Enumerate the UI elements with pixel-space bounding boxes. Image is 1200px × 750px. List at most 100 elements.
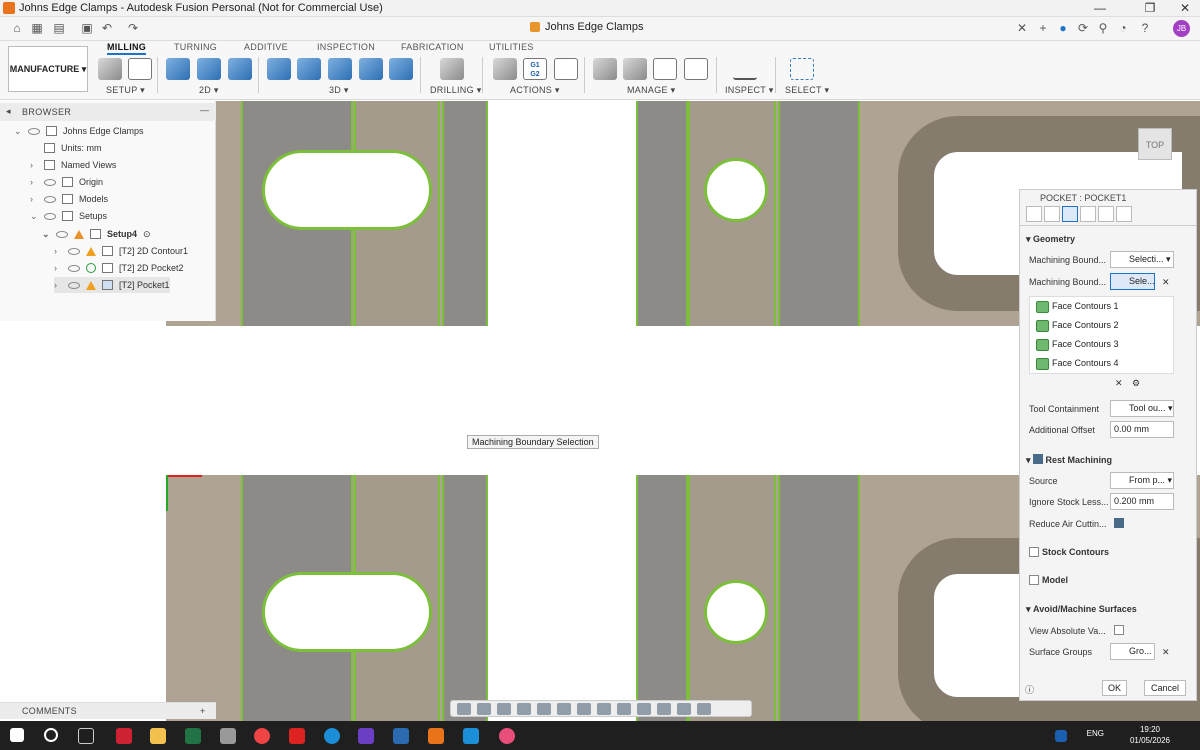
tool-containment-dropdown[interactable]: Tool ou... ▾ [1110,400,1174,417]
viewports-icon[interactable] [597,703,611,715]
group-2d[interactable]: 2D ▾ [199,85,219,96]
media-icon[interactable] [358,728,374,744]
list-item[interactable]: Face Contours 4 [1030,354,1173,373]
maximize-button[interactable]: ❐ [1130,0,1170,17]
orbit-icon[interactable] [457,703,471,715]
help-icon[interactable]: ? [1138,21,1152,35]
tab-additive[interactable]: ADDITIVE [244,42,288,52]
additional-offset-input[interactable]: 0.00 mm [1110,421,1174,438]
edge-icon[interactable] [324,728,340,744]
machine-library-icon[interactable] [623,58,647,80]
undo-icon[interactable]: ↶ [100,21,114,35]
home-icon[interactable]: ⌂ [10,21,24,35]
workspace-switcher[interactable]: MANUFACTURE ▾ [8,46,88,92]
tab-inspection[interactable]: INSPECTION [317,42,375,52]
clear-groups-icon[interactable]: ✕ [1162,647,1170,658]
section-geometry[interactable]: ▾ Geometry [1026,234,1075,245]
grid-settings-icon[interactable] [577,703,591,715]
list-item[interactable]: Face Contours 1 [1030,297,1173,316]
list-item[interactable]: Face Contours 3 [1030,335,1173,354]
calendar-icon[interactable] [116,728,132,744]
search-icon[interactable] [44,728,58,742]
group-3d[interactable]: 3D ▾ [329,85,349,96]
app-icon[interactable] [463,728,479,744]
fusion-taskbar-icon[interactable] [428,728,444,744]
select-icon[interactable] [790,58,814,80]
toolpath-icon[interactable] [637,703,651,715]
eye-icon[interactable] [44,212,56,220]
eye-icon[interactable] [68,264,80,272]
slot-feature[interactable] [262,572,432,652]
bell-icon[interactable]: ◔ [1116,21,1130,35]
group-setup[interactable]: SETUP ▾ [106,85,145,96]
tab-utilities[interactable]: UTILITIES [489,42,534,52]
nc-program-icon[interactable] [128,58,152,80]
tab-geometry[interactable] [1062,206,1078,222]
browser-item-named-views[interactable]: › Named Views [30,157,116,173]
acrobat-icon[interactable] [289,728,305,744]
browser-item-contour1[interactable]: › [T2] 2D Contour1 [54,243,188,259]
cancel-button[interactable]: Cancel [1144,680,1186,696]
group-manage[interactable]: MANAGE ▾ [627,85,675,96]
tab-tool[interactable] [1026,206,1042,222]
grid-icon[interactable]: ▦ [30,21,44,35]
browser-item-models[interactable]: › Models [30,191,108,207]
clock[interactable]: 19:20 01/05/2026 [1130,724,1170,746]
activate-radio-icon[interactable]: ⊙ [143,226,151,242]
scallop-icon[interactable] [359,58,383,80]
browser-item-setup4[interactable]: ⌄ Setup4 ⊙ [42,226,151,242]
browser-item-setups[interactable]: ⌄ Setups [30,208,107,224]
section-rest-machining[interactable]: ▾ Rest Machining [1026,453,1112,466]
windows-start-icon[interactable] [10,728,24,742]
steep-shallow-icon[interactable] [328,58,352,80]
tab-fabrication[interactable]: FABRICATION [401,42,464,52]
eye-icon[interactable] [68,281,80,289]
zoom-icon[interactable] [517,703,531,715]
browser-item-pocket2[interactable]: › [T2] 2D Pocket2 [54,260,184,276]
filter-icon[interactable] [677,703,691,715]
word-tray-icon[interactable] [1055,730,1067,742]
tab-heights[interactable] [1080,206,1096,222]
browser-item-units[interactable]: Units: mm [30,140,102,156]
extensions-icon[interactable]: ● [1056,21,1070,35]
eye-icon[interactable] [44,195,56,203]
document-tab[interactable]: Johns Edge Clamps [530,21,643,33]
stock-contours-checkbox[interactable] [1029,547,1039,557]
stock-icon[interactable] [617,703,631,715]
reduce-air-cutting-checkbox[interactable] [1114,518,1124,528]
machining-boundary-dropdown[interactable]: Selecti... ▾ [1110,251,1174,268]
look-at-icon[interactable] [477,703,491,715]
info-icon[interactable]: ⓘ [1025,683,1034,696]
save-icon[interactable]: ▣ [80,21,94,35]
template-library-icon[interactable] [684,58,708,80]
eye-icon[interactable] [68,247,80,255]
close-window-button[interactable]: ✕ [1165,0,1200,17]
measure-icon[interactable] [733,58,757,80]
browser-item-pocket1[interactable]: › [T2] Pocket1 [54,277,170,293]
post-library-icon[interactable] [653,58,677,80]
tab-linking[interactable] [1116,206,1132,222]
display-settings-icon[interactable] [557,703,571,715]
new-tab-icon[interactable]: + [1036,21,1050,35]
hole-feature[interactable] [704,158,768,222]
ok-button[interactable]: OK [1102,680,1127,696]
job-status-icon[interactable]: ⟳ [1076,21,1090,35]
model-checkbox[interactable] [1029,575,1039,585]
group-select[interactable]: SELECT ▾ [785,85,829,96]
post-process-icon[interactable]: G1 G2 [523,58,547,80]
notifications-icon[interactable]: ⚲ [1096,21,1110,35]
rest-machining-checkbox[interactable] [1033,454,1044,464]
viewcube[interactable]: TOP [1138,128,1172,160]
simulate-icon[interactable] [493,58,517,80]
comments-panel[interactable]: COMMENTS + [0,702,216,719]
task-view-icon[interactable] [78,728,94,744]
collapse-icon[interactable]: ◂ [6,106,11,117]
adaptive-clearing-icon[interactable] [267,58,291,80]
pan-icon[interactable] [497,703,511,715]
tab-geometry-settings[interactable] [1044,206,1060,222]
ignore-stock-input[interactable]: 0.200 mm [1110,493,1174,510]
hole-feature[interactable] [704,580,768,644]
group-drilling[interactable]: DRILLING ▾ [430,85,482,96]
group-actions[interactable]: ACTIONS ▾ [510,85,560,96]
tool-display-icon[interactable] [697,703,711,715]
